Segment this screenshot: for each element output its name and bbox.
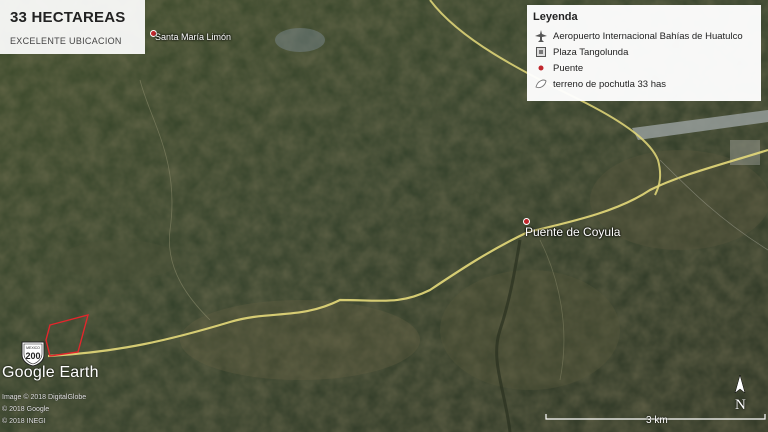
- scale-label: 3 km: [646, 415, 668, 426]
- bridge-marker[interactable]: [523, 218, 530, 225]
- legend-label: Plaza Tangolunda: [553, 46, 629, 58]
- credit-line: © 2018 INEGI: [2, 418, 46, 425]
- legend-item-airport[interactable]: Aeropuerto Internacional Bahías de Huatu…: [533, 28, 753, 44]
- legend-panel: Leyenda Aeropuerto Internacional Bahías …: [527, 5, 761, 101]
- polygon-icon: [533, 77, 549, 91]
- square-marker-icon: [533, 45, 549, 59]
- title-overlay: 33 HECTAREAS EXCELENTE UBICACION: [0, 0, 145, 54]
- bridge-label: Puente de Coyula: [525, 225, 621, 239]
- legend-label: Puente: [553, 62, 584, 74]
- credit-line: Image © 2018 DigitalGlobe: [2, 394, 87, 401]
- title-text: 33 HECTAREAS: [10, 9, 126, 26]
- credit-line: © 2018 Google: [2, 406, 50, 413]
- legend-item-puente[interactable]: Puente: [533, 60, 753, 76]
- legend-label: terreno de pochutla 33 has: [553, 78, 667, 90]
- airport-icon: [533, 29, 549, 43]
- google-earth-logo: Google Earth: [2, 364, 99, 381]
- subtitle-text: EXCELENTE UBICACION: [10, 36, 122, 46]
- shield-number: 200: [25, 351, 40, 361]
- legend-item-plaza[interactable]: Plaza Tangolunda: [533, 44, 753, 60]
- legend-item-parcel[interactable]: terreno de pochutla 33 has: [533, 76, 753, 92]
- north-label: N: [735, 397, 746, 413]
- red-dot-icon: [533, 61, 549, 75]
- town-label-santa-maria: Santa María Limón: [155, 32, 232, 42]
- legend-label: Aeropuerto Internacional Bahías de Huatu…: [553, 30, 743, 42]
- shield-top: MEXICO: [26, 346, 40, 350]
- legend-title: Leyenda: [533, 11, 578, 23]
- map-view[interactable]: Santa María Limón Puente de Coyula 33 HE…: [0, 0, 768, 432]
